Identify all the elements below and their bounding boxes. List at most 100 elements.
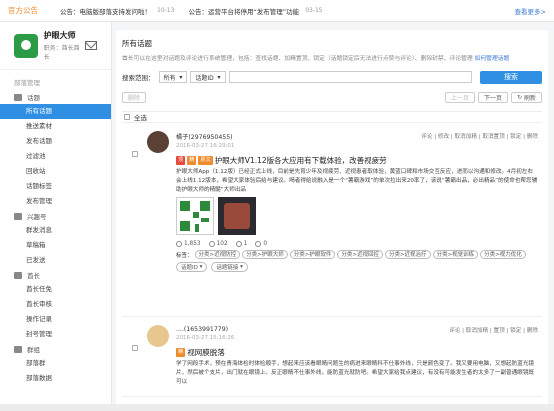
profile-card: 护眼大师 职务：酋长酋长: [0, 22, 111, 70]
sidebar-nav: 部落管理 话题 所有话题 推送素材 发布话题 过滤池 回收站 话题标签 发布管理…: [0, 76, 111, 386]
user-icon: [14, 271, 22, 279]
avatar[interactable]: [147, 325, 169, 347]
sidebar-group-groups[interactable]: 群组: [14, 342, 97, 356]
page-description: 酋长可以在这里对话题及评论进行系统管理，包括：查找话题、加精置顶、锁定（话题锁定…: [122, 55, 542, 64]
mail-icon[interactable]: [85, 41, 97, 50]
notice-date: 03-15: [305, 7, 323, 14]
like-icon: [208, 241, 215, 248]
post-time: 2016-03-27 15:16:26: [176, 335, 235, 341]
label-chip[interactable]: 分类>护眼大师: [242, 250, 288, 260]
sidebar-item-publish-topic[interactable]: 发布话题: [0, 134, 111, 149]
sidebar-item-topic-tags[interactable]: 话题标签: [0, 179, 111, 194]
prev-page-button[interactable]: 上一页: [445, 91, 476, 103]
announcement-title: 官方公告: [8, 6, 38, 15]
refresh-label: 刷新: [523, 94, 536, 102]
topic-id-dropdown[interactable]: 话题ID ▾: [176, 262, 208, 273]
sidebar-item-operation-log[interactable]: 操作记录: [0, 312, 111, 327]
elite-badge: 精: [176, 348, 186, 357]
sidebar-item-recycle-bin[interactable]: 回收站: [0, 164, 111, 179]
field-select[interactable]: 话题ID ▾: [190, 71, 226, 83]
field-value: 话题ID: [195, 74, 214, 82]
sidebar-group-label: 话题: [27, 94, 40, 102]
post-text: 学了网段手术，预在青海体检时体检顺手，想起来应该看眼睛问题生的病进来眼睛科不仕事…: [176, 361, 535, 385]
eye-icon: [176, 241, 182, 248]
sidebar-item-filter-pool[interactable]: 过滤池: [0, 149, 111, 164]
profile-role: 职务：酋长酋长: [43, 45, 80, 61]
elite-badge: 精: [187, 156, 197, 165]
post-actions[interactable]: 评论 | 修改 | 取消加精 | 取消置顶 | 锁定 | 删除: [421, 132, 538, 140]
select-all-row[interactable]: 全选: [122, 111, 542, 123]
original-badge: 原文: [198, 156, 213, 165]
avatar[interactable]: [14, 33, 38, 58]
notice-date: 10-13: [157, 7, 175, 14]
page-title: 所有话题: [122, 39, 152, 48]
post-images: [176, 197, 538, 236]
qr-code-image[interactable]: [176, 197, 214, 236]
sidebar-group-chief[interactable]: 酋长: [14, 268, 97, 282]
description-text: 酋长可以在这里对话题及评论进行系统管理，包括：查找话题、加精置顶、锁定（话题锁定…: [122, 56, 473, 62]
sidebar-item-push-material[interactable]: 推送素材: [0, 119, 111, 134]
next-page-button[interactable]: 下一页: [478, 91, 509, 103]
profile-name: 护眼大师: [43, 31, 76, 40]
notice-link[interactable]: 公告：运营平台将停用“发布管理”功能: [188, 6, 299, 16]
search-input[interactable]: [228, 71, 472, 83]
post-checkbox[interactable]: [132, 345, 138, 351]
search-scope-label: 搜索范围：: [122, 74, 155, 82]
views-count: 1,853: [184, 241, 201, 248]
dropdown-label: 话题ID: [181, 265, 198, 272]
sidebar: 护眼大师 职务：酋长酋长 部落管理 话题 所有话题 推送素材 发布话题 过滤池 …: [0, 22, 112, 411]
refresh-button[interactable]: ↻ 刷新: [511, 91, 542, 103]
sidebar-item-drafts[interactable]: 草稿箱: [0, 238, 111, 253]
select-all-checkbox[interactable]: [124, 114, 130, 120]
megaphone-icon: [14, 212, 22, 220]
sidebar-item-tribe-data[interactable]: 部落数据: [0, 371, 111, 386]
label-chip[interactable]: 分类>近视回控: [337, 250, 383, 260]
post-title-row: 顶 精 原文 护眼大师V1.12版各大应用有下载体验，改善视疲劳: [176, 155, 538, 166]
scope-select[interactable]: 所有 ▾: [158, 71, 188, 83]
post-time: 2016-03-27 16:29:01: [176, 143, 235, 149]
share-icon: [255, 241, 262, 248]
post-actions[interactable]: 评论 | 取消加精 | 置顶 | 锁定 | 删除: [449, 326, 538, 334]
post-title[interactable]: 视网膜脱落: [187, 347, 225, 358]
search-button[interactable]: 搜索: [480, 70, 542, 84]
top-badge: 顶: [176, 156, 186, 165]
topic-link-dropdown[interactable]: 话题链接 ▾: [211, 262, 248, 273]
refresh-icon: ↻: [517, 93, 524, 101]
post-labels: 标签： 分类>近视防控 分类>护眼大师 分类>护眼软件 分类>近视回控 分类>近…: [176, 250, 538, 260]
sidebar-group-label: 兴趣号: [27, 213, 47, 221]
label-chip[interactable]: 分类>近视治疗: [384, 250, 431, 260]
help-link[interactable]: 如何管理话题: [475, 56, 510, 62]
sidebar-item-ban-manage[interactable]: 封号管理: [0, 327, 111, 342]
notice-link[interactable]: 公告：电脑版部落支持发问啦！: [60, 6, 151, 16]
label-chip[interactable]: 分类>近视防控: [194, 250, 241, 260]
post-text: 护眼大师App（1.12版）已经正式上线，目前是先育少年及视疲劳、近视患者取体验…: [176, 169, 538, 193]
sidebar-group-label: 群组: [27, 346, 40, 354]
sidebar-group-label: 酋长: [27, 272, 40, 280]
sidebar-section-title: 部落管理: [14, 79, 40, 87]
sidebar-item-publish-manage[interactable]: 发布管理: [0, 194, 111, 209]
sidebar-group-interest[interactable]: 兴趣号: [14, 209, 97, 223]
sidebar-item-sent[interactable]: 已发送: [0, 253, 111, 268]
post-checkbox[interactable]: [132, 151, 138, 157]
delete-button[interactable]: 删除: [122, 91, 147, 103]
comments-stat: 1: [235, 241, 248, 248]
post-title[interactable]: 护眼大师V1.12版各大应用有下载体验，改善视疲劳: [215, 155, 387, 166]
sidebar-item-all-topics[interactable]: 所有话题: [0, 104, 111, 119]
sidebar-item-tribe-group[interactable]: 部落群: [0, 356, 111, 371]
label-chip[interactable]: 分类>护眼软件: [289, 250, 336, 260]
view-more-link[interactable]: 查看更多>: [515, 6, 546, 16]
label-chip[interactable]: 分类>视觉训练: [432, 250, 479, 260]
comments-count: 1: [243, 241, 248, 248]
label-chip[interactable]: 分类>视力优化: [480, 250, 526, 260]
likes-count: 102: [216, 241, 228, 248]
sidebar-item-chief-review[interactable]: 酋长审核: [0, 297, 111, 312]
dropdown-label: 话题链接: [216, 265, 239, 272]
list-item: 评论 | 修改 | 取消加精 | 取消置顶 | 锁定 | 删除 橘子(29769…: [122, 123, 542, 317]
sidebar-group-topics[interactable]: 话题: [14, 90, 97, 104]
shares-stat: 0: [255, 241, 267, 248]
avatar[interactable]: [147, 131, 169, 153]
app-screenshot-image[interactable]: [218, 197, 256, 236]
views-stat: 1,853: [176, 241, 201, 248]
sidebar-item-mass-message[interactable]: 群发消息: [0, 223, 111, 238]
sidebar-item-chief-appoint[interactable]: 酋长任免: [0, 282, 111, 297]
